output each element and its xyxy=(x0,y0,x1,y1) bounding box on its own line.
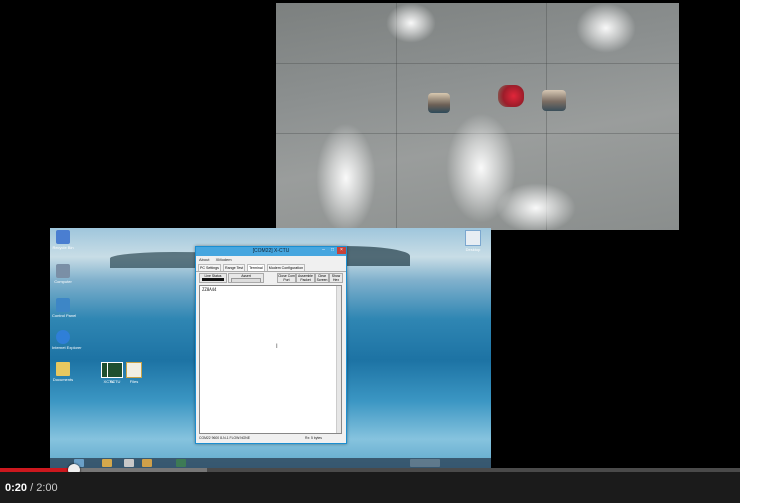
tab-range-test[interactable]: Range Test xyxy=(222,264,246,271)
desktop-icon-label: Recycle Bin xyxy=(52,245,74,250)
floor-light-glare xyxy=(496,183,576,230)
robot xyxy=(498,85,524,107)
video-player[interactable]: Recycle Bin Computer Control Panel Inter… xyxy=(0,0,740,503)
floor-light-glare xyxy=(576,3,636,53)
page-margin xyxy=(740,0,768,503)
file-icon xyxy=(465,230,481,246)
control-panel-icon xyxy=(56,298,70,312)
documents-icon xyxy=(56,362,70,376)
status-bar: COM22 9600 8-N-1 FLOW:NONE Rx: 5 bytes xyxy=(199,435,340,441)
duration: 2:00 xyxy=(36,482,58,494)
terminal-scrollbar[interactable] xyxy=(336,286,341,433)
desktop-icon[interactable]: Desktop xyxy=(462,230,484,252)
window-titlebar[interactable]: [COM22] X-CTU – □ × xyxy=(196,247,346,256)
taskbar-explorer-icon[interactable] xyxy=(102,459,112,467)
taskbar xyxy=(50,458,491,468)
maximize-button[interactable]: □ xyxy=(328,247,337,254)
assert-group: Assert xyxy=(228,273,264,283)
terminal-toolbar: Line Status Assert Close Com Port Assemb… xyxy=(196,272,346,283)
assert-toggles[interactable] xyxy=(231,278,261,282)
desktop-icon-label: Control Panel xyxy=(52,313,77,318)
file-icon xyxy=(126,362,142,378)
floor-tile-line xyxy=(276,63,679,64)
assemble-packet-button[interactable]: Assemble Packet xyxy=(296,273,315,283)
menu-item-about[interactable]: About xyxy=(199,257,209,262)
text-cursor-icon: I xyxy=(276,344,278,350)
desktop-icon-label: Files xyxy=(129,379,139,384)
video-frame[interactable]: Recycle Bin Computer Control Panel Inter… xyxy=(0,0,740,468)
tab-modem-configuration[interactable]: Modem Configuration xyxy=(266,264,306,271)
status-text: COM22 9600 8-N-1 FLOW:NONE xyxy=(199,436,251,440)
system-tray[interactable] xyxy=(410,459,440,467)
minimize-button[interactable]: – xyxy=(319,247,328,254)
desktop-icon-label: Internet Explorer xyxy=(52,345,82,350)
taskbar-xctu-icon[interactable] xyxy=(176,459,186,467)
tab-pc-settings[interactable]: PC Settings xyxy=(198,264,221,271)
robot xyxy=(542,90,566,111)
current-time: 0:20 xyxy=(5,482,28,494)
menu-bar: About XModem xyxy=(196,256,346,263)
time-display: 0:20 / 2:00 xyxy=(5,482,58,494)
taskbar-app-icon[interactable] xyxy=(124,459,134,467)
desktop-icon-label: Computer xyxy=(54,279,72,284)
terminal-area[interactable]: ZZ8A44 I xyxy=(199,285,342,434)
close-button[interactable]: × xyxy=(337,247,346,254)
taskbar-app-icon[interactable] xyxy=(142,459,152,467)
desktop-icon[interactable]: Control Panel xyxy=(52,298,77,318)
tab-strip: PC Settings Range Test Terminal Modem Co… xyxy=(196,263,346,272)
line-status-group: Line Status xyxy=(199,273,227,283)
desktop-icon-label: Desktop xyxy=(465,247,481,252)
desktop-icon[interactable]: Files xyxy=(123,362,145,384)
menu-item-xmodem[interactable]: XModem xyxy=(216,257,232,262)
xctu-icon xyxy=(107,362,123,378)
floor-light-glare xyxy=(316,123,376,230)
desktop-icon[interactable]: Internet Explorer xyxy=(52,330,82,350)
player-controls: 0:20 / 2:00 xyxy=(0,472,740,503)
desktop-icon-label: Documents xyxy=(52,377,74,382)
recycle-bin-icon xyxy=(56,230,70,244)
terminal-text: ZZ8A44 xyxy=(202,287,217,292)
desktop-icon[interactable]: Recycle Bin xyxy=(52,230,74,250)
time-separator: / xyxy=(27,482,37,494)
desktop-icon[interactable]: Documents xyxy=(52,362,74,382)
internet-explorer-icon xyxy=(56,330,70,344)
close-com-port-button[interactable]: Close Com Port xyxy=(277,273,296,283)
camera-feed xyxy=(276,3,679,230)
tab-terminal[interactable]: Terminal xyxy=(247,264,265,271)
robot xyxy=(428,93,450,113)
line-status-indicators xyxy=(202,278,224,281)
xctu-window[interactable]: [COM22] X-CTU – □ × About XModem PC Sett… xyxy=(195,246,347,444)
computer-icon xyxy=(56,264,70,278)
show-hex-button[interactable]: Show Hex xyxy=(329,273,343,283)
status-rx-count: Rx: 5 bytes xyxy=(305,436,322,440)
desktop-icon[interactable]: Computer xyxy=(52,264,74,284)
clear-screen-button[interactable]: Clear Screen xyxy=(315,273,329,283)
floor-light-glare xyxy=(386,3,436,43)
